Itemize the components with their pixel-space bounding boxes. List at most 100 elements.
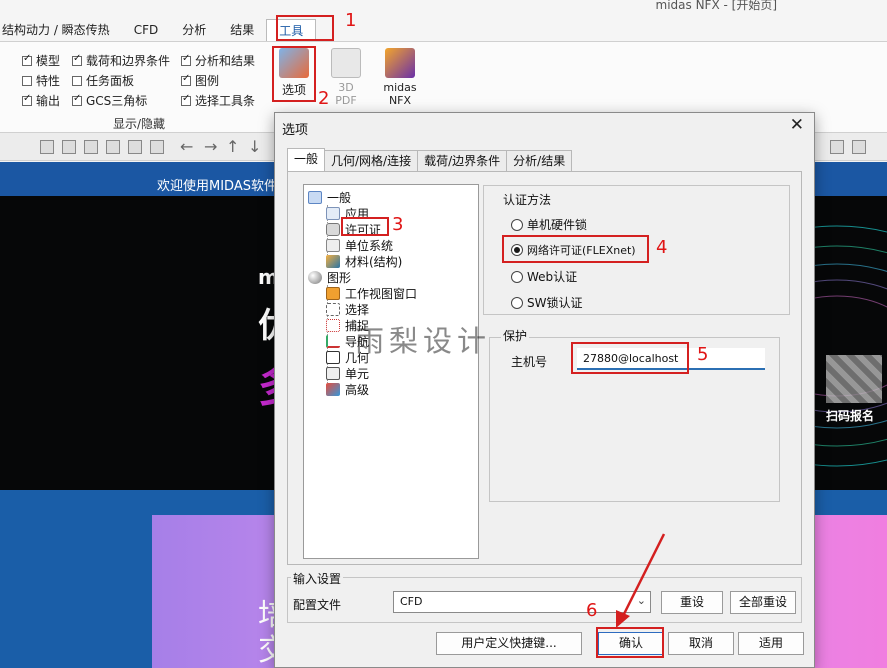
tab-general[interactable]: 一般 (287, 148, 326, 171)
checkbox-box[interactable] (22, 53, 32, 66)
radio-dot[interactable] (511, 270, 523, 283)
shortcuts-button[interactable]: 用户定义快捷键... (436, 632, 582, 655)
tree-label: 高级 (345, 383, 370, 397)
view-cube-icon[interactable] (150, 140, 164, 154)
menu-tab-results[interactable]: 结果 (218, 19, 266, 41)
options-tree: 一般 应用 许可证 单位系统 材料(结构) 图形 工作视图窗口 选择 捕捉 导航… (303, 184, 479, 559)
annotation-number-3: 3 (392, 214, 404, 235)
close-icon[interactable]: ✕ (790, 115, 804, 135)
checkbox-box[interactable] (72, 53, 82, 66)
checkbox-box[interactable] (22, 93, 32, 106)
tree-label: 单元 (345, 367, 370, 381)
checkbox-label: 图例 (195, 74, 220, 88)
toolbar-icon[interactable] (830, 140, 844, 154)
profile-value: CFD (400, 595, 423, 608)
radio-web-auth[interactable]: Web认证 (511, 268, 577, 285)
checkbox-label: 载荷和边界条件 (86, 54, 171, 68)
apply-button[interactable]: 适用 (738, 632, 804, 655)
tree-item-advanced[interactable]: 高级 (326, 381, 369, 398)
checkbox-legend[interactable]: 图例 (181, 72, 219, 89)
tree-item-general[interactable]: 一般 (308, 189, 351, 206)
arrow-right-icon[interactable]: → (204, 137, 217, 156)
view-cube-icon[interactable] (84, 140, 98, 154)
reset-all-button[interactable]: 全部重设 (730, 591, 796, 614)
lock-icon (326, 223, 340, 236)
annotation-box-tools-tab (276, 15, 334, 41)
midas-nfx-logo-icon (385, 48, 415, 78)
tree-label: 材料(结构) (345, 255, 403, 269)
checkbox-selection-toolbar[interactable]: 选择工具条 (181, 92, 255, 109)
checkbox-property[interactable]: 特性 (22, 72, 60, 89)
view-cube-icon[interactable] (62, 140, 76, 154)
tree-item-viewport[interactable]: 工作视图窗口 (326, 285, 417, 302)
nfx-label-1: midas (383, 81, 417, 94)
checkbox-gcs-triad[interactable]: GCS三角标 (72, 92, 147, 109)
dialog-tabs: 一般 几何/网格/连接 载荷/边界条件 分析/结果 (287, 148, 573, 172)
auth-method-title: 认证方法 (501, 191, 554, 208)
checkbox-label: 特性 (36, 74, 61, 88)
checkbox-box[interactable] (181, 73, 191, 86)
tree-label: 单位系统 (345, 239, 394, 253)
menu-tab-cfd[interactable]: CFD (122, 19, 171, 41)
tree-item-select[interactable]: 选择 (326, 301, 369, 318)
app-title: midas NFX - [开始页] (655, 0, 777, 12)
toolbar-icon[interactable] (852, 140, 866, 154)
checkbox-output[interactable]: 输出 (22, 92, 60, 109)
pdf3d-label-1: 3D (338, 81, 354, 94)
qr-code-image (826, 355, 882, 403)
tree-label: 选择 (345, 303, 370, 317)
tree-item-material[interactable]: 材料(结构) (326, 253, 402, 270)
nfx-label-2: NFX (388, 94, 412, 107)
cursor-icon (326, 303, 340, 316)
radio-dot[interactable] (511, 296, 523, 309)
checkbox-analysis-results[interactable]: 分析和结果 (181, 52, 255, 69)
checkbox-model[interactable]: 模型 (22, 52, 60, 69)
view-cube-icon[interactable] (40, 140, 54, 154)
checkbox-label: 模型 (36, 54, 61, 68)
tree-label: 工作视图窗口 (345, 287, 418, 301)
viewport-icon (326, 287, 340, 300)
annotation-arrow (616, 533, 666, 628)
checkbox-box[interactable] (181, 93, 191, 106)
view-cube-icon[interactable] (106, 140, 120, 154)
reset-button[interactable]: 重设 (661, 591, 723, 614)
checkbox-label: GCS三角标 (86, 94, 148, 108)
axes-icon (326, 335, 340, 348)
radio-sw-lock[interactable]: SW锁认证 (511, 294, 582, 311)
annotation-number-2: 2 (318, 88, 330, 109)
dialog-title: 选项 (282, 123, 309, 138)
menu-tab-dynamics[interactable]: 结构动力 / 瞬态传热 (0, 19, 122, 41)
view-cube-icon[interactable] (128, 140, 142, 154)
annotation-box-options (272, 46, 316, 102)
checkbox-load-bc[interactable]: 载荷和边界条件 (72, 52, 170, 69)
tree-item-unit[interactable]: 单位系统 (326, 237, 393, 254)
input-settings-title: 输入设置 (291, 570, 344, 587)
checkbox-box[interactable] (22, 76, 32, 86)
arrow-down-icon[interactable]: ↓ (248, 137, 261, 156)
annotation-number-5: 5 (697, 344, 709, 365)
arrow-up-icon[interactable]: ↑ (226, 137, 239, 156)
pdf-icon (331, 48, 361, 78)
annotation-number-4: 4 (656, 237, 668, 258)
tab-geometry-mesh[interactable]: 几何/网格/连接 (324, 150, 419, 171)
tree-item-element[interactable]: 单元 (326, 365, 369, 382)
menu-tab-analysis[interactable]: 分析 (170, 19, 218, 41)
pdf3d-button[interactable]: 3D PDF (328, 48, 364, 107)
annotation-box-ok (596, 627, 664, 658)
options-dialog: 选项 ✕ 一般 几何/网格/连接 载荷/边界条件 分析/结果 一般 应用 许可证… (274, 112, 815, 668)
checkbox-box[interactable] (72, 93, 82, 106)
checkbox-task-panel[interactable]: 任务面板 (72, 72, 134, 89)
radio-dot[interactable] (511, 218, 523, 231)
arrow-left-icon[interactable]: ← (180, 137, 193, 156)
checkbox-box[interactable] (181, 53, 191, 66)
cancel-button[interactable]: 取消 (668, 632, 734, 655)
tab-load-bc[interactable]: 载荷/边界条件 (417, 150, 508, 171)
checkbox-label: 任务面板 (86, 74, 135, 88)
midas-nfx-button[interactable]: midas NFX (380, 48, 420, 107)
tab-analysis-results[interactable]: 分析/结果 (506, 150, 573, 171)
material-icon (326, 255, 340, 268)
radio-hardware-lock[interactable]: 单机硬件锁 (511, 216, 587, 233)
tree-item-graphics[interactable]: 图形 (308, 269, 351, 286)
checkbox-box[interactable] (72, 76, 82, 86)
radio-label: Web认证 (527, 270, 578, 284)
